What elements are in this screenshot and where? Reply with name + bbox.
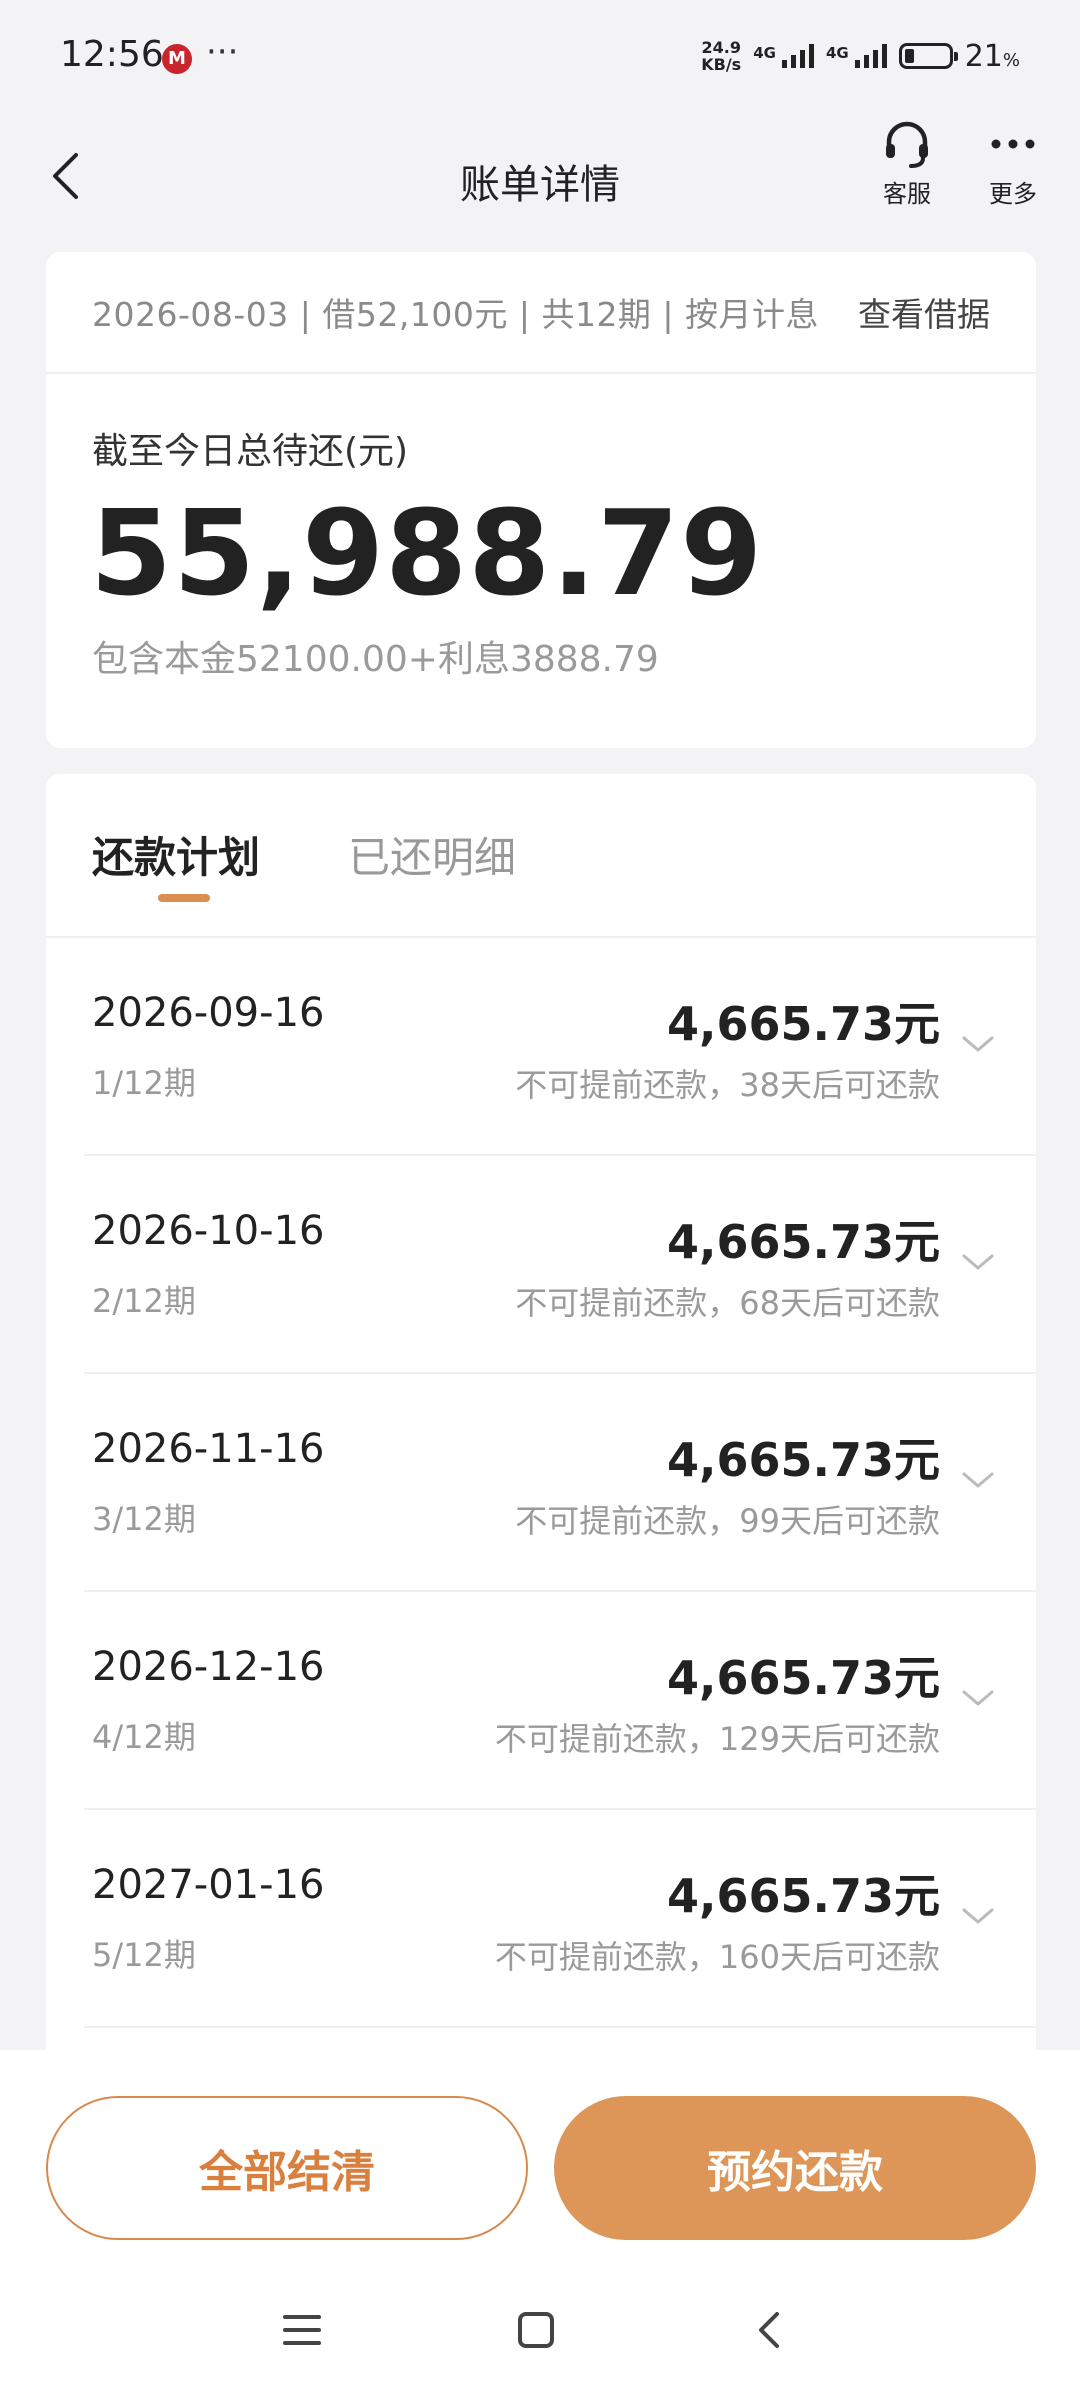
status-bar: 12:56 M ··· 24.9 KB/s 4G 4G 21%: [0, 0, 1080, 118]
view-contract-link[interactable]: 查看借据: [858, 288, 990, 336]
tab-indicator: [158, 894, 210, 902]
network-speed: 24.9 KB/s: [701, 38, 742, 74]
installment-amount: 4,665.73元: [667, 997, 940, 1051]
total-due-amount: 55,988.79: [90, 484, 764, 622]
tab-repayment-plan[interactable]: 还款计划: [92, 824, 260, 885]
repayment-note: 不可提前还款，160天后可还款: [494, 1938, 940, 1976]
due-date: 2026-09-16: [92, 990, 325, 1036]
repayment-note: 不可提前还款，99天后可还款: [515, 1502, 940, 1540]
schedule-row[interactable]: 2027-01-16 5/12期 4,665.73元 不可提前还款，160天后可…: [84, 1810, 1036, 2028]
battery-percent: 21%: [964, 38, 1020, 74]
installment-amount: 4,665.73元: [667, 1869, 940, 1923]
chevron-down-icon[interactable]: [958, 1242, 998, 1282]
chevron-down-icon[interactable]: [958, 1460, 998, 1500]
tab-repaid-details[interactable]: 已还明细: [348, 824, 516, 885]
nav-back-button[interactable]: [738, 2300, 798, 2360]
schedule-row[interactable]: 2026-11-16 3/12期 4,665.73元 不可提前还款，99天后可还…: [84, 1374, 1036, 1592]
repayment-note: 不可提前还款，38天后可还款: [515, 1066, 940, 1104]
period: 4/12期: [92, 1718, 196, 1756]
schedule-row[interactable]: 2026-09-16 1/12期 4,665.73元 不可提前还款，38天后可还…: [84, 938, 1036, 1156]
reserve-repayment-button[interactable]: 预约还款: [554, 2096, 1036, 2240]
nav-home-button[interactable]: [506, 2300, 566, 2360]
headset-icon: [886, 121, 928, 168]
nav-menu-button[interactable]: [272, 2300, 332, 2360]
home-square-icon: [518, 2312, 554, 2348]
total-due-label: 截至今日总待还(元): [92, 431, 409, 472]
due-date: 2026-11-16: [92, 1426, 325, 1472]
status-indicators: 24.9 KB/s 4G 4G 21%: [701, 36, 1020, 76]
back-arrow-icon: [759, 2312, 779, 2348]
customer-service-button[interactable]: 客服: [862, 118, 952, 218]
status-time: 12:56: [60, 34, 164, 75]
schedule-list: 2026-09-16 1/12期 4,665.73元 不可提前还款，38天后可还…: [46, 938, 1036, 2028]
period: 5/12期: [92, 1936, 196, 1974]
more-notifications-icon: ···: [206, 32, 239, 72]
schedule-row[interactable]: 2026-10-16 2/12期 4,665.73元 不可提前还款，68天后可还…: [84, 1156, 1036, 1374]
more-dots-icon: [991, 139, 1035, 149]
repayment-note: 不可提前还款，68天后可还款: [515, 1284, 940, 1322]
chevron-down-icon[interactable]: [958, 1024, 998, 1064]
period: 3/12期: [92, 1500, 196, 1538]
header: 账单详情 客服 更多: [0, 118, 1080, 238]
repayment-note: 不可提前还款，129天后可还款: [494, 1720, 940, 1758]
repayment-plan-card: 还款计划 已还明细 2026-09-16 1/12期 4,665.73元 不可提…: [46, 774, 1036, 2054]
installment-amount: 4,665.73元: [667, 1651, 940, 1705]
bottom-action-bar: 全部结清 预约还款: [0, 2050, 1080, 2400]
period: 1/12期: [92, 1064, 196, 1102]
signal-icon: 4G: [826, 44, 887, 68]
chevron-down-icon[interactable]: [958, 1678, 998, 1718]
due-date: 2026-12-16: [92, 1644, 325, 1690]
tab-bar: 还款计划 已还明细: [46, 774, 1036, 938]
clear-all-button[interactable]: 全部结清: [46, 2096, 528, 2240]
app-notification-icon: M: [162, 44, 192, 74]
schedule-row[interactable]: 2026-12-16 4/12期 4,665.73元 不可提前还款，129天后可…: [84, 1592, 1036, 1810]
installment-amount: 4,665.73元: [667, 1215, 940, 1269]
installment-amount: 4,665.73元: [667, 1433, 940, 1487]
due-date: 2027-01-16: [92, 1862, 325, 1908]
more-button[interactable]: 更多: [968, 118, 1058, 218]
total-due-breakdown: 包含本金52100.00+利息3888.79: [92, 639, 659, 680]
bill-summary-card: 2026-08-03 | 借52,100元 | 共12期 | 按月计息 查看借据…: [46, 252, 1036, 748]
loan-info: 2026-08-03 | 借52,100元 | 共12期 | 按月计息: [92, 295, 820, 334]
battery-icon: [898, 43, 958, 69]
due-date: 2026-10-16: [92, 1208, 325, 1254]
period: 2/12期: [92, 1282, 196, 1320]
signal-icon: 4G: [753, 44, 814, 68]
menu-icon: [283, 2315, 321, 2345]
chevron-down-icon[interactable]: [958, 1896, 998, 1936]
